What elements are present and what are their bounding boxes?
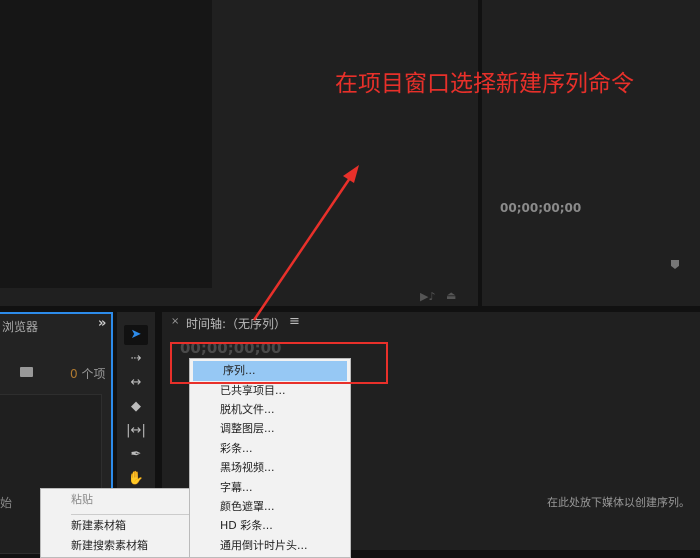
annotation-text: 在项目窗口选择新建序列命令 (335, 71, 634, 97)
